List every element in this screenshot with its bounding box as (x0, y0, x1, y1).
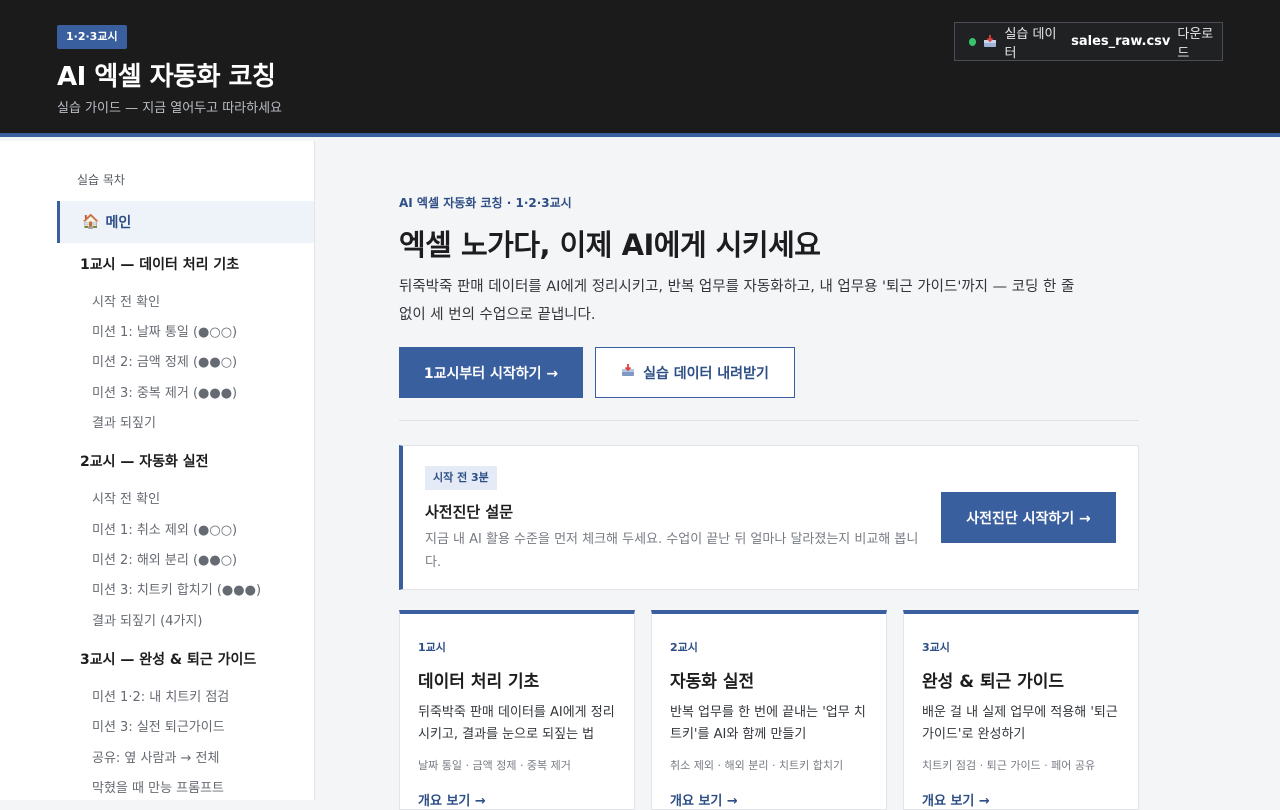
sidebar-item[interactable]: 미션 1: 취소 제외 (●○○) (92, 519, 237, 538)
card-tags: 날짜 통일 · 금액 정제 · 중복 제거 (418, 759, 571, 772)
download-prefix: 실습 데이터 (1004, 26, 1057, 61)
sidebar-group-2[interactable]: 2교시 — 자동화 실전 (80, 451, 209, 471)
card-title: 완성 & 퇴근 가이드 (922, 672, 1065, 692)
divider (399, 420, 1139, 421)
card-kicker: 3교시 (922, 641, 950, 654)
card-tags: 취소 제외 · 해외 분리 · 치트키 합치기 (670, 759, 844, 772)
survey-title: 사전진단 설문 (425, 503, 514, 521)
card-kicker: 1교시 (418, 641, 446, 654)
sidebar-item[interactable]: 미션 1: 날짜 통일 (●○○) (92, 321, 237, 340)
card-description: 반복 업무를 한 번에 끝내는 '업무 치트키'를 AI와 함께 만들기 (670, 705, 866, 742)
sidebar-home-label: 메인 (105, 215, 132, 231)
download-data-button[interactable]: 실습 데이터 sales_raw.csv 다운로드 (954, 22, 1223, 61)
sidebar-item[interactable]: 공유: 옆 사람과 → 전체 (92, 747, 219, 766)
top-header: 1·2·3교시 AI 엑셀 자동화 코칭 실습 가이드 — 지금 열어두고 따라… (0, 0, 1280, 137)
sidebar-item[interactable]: 미션 3: 치트키 합치기 (●●●) (92, 579, 261, 598)
lesson-card-3[interactable]: 3교시 완성 & 퇴근 가이드 배운 걸 내 실제 업무에 적용해 '퇴근 가이… (903, 610, 1139, 810)
inbox-tray-icon (983, 35, 997, 48)
sidebar-item[interactable]: 미션 3: 중복 제거 (●●●) (92, 382, 237, 401)
sidebar-group-3[interactable]: 3교시 — 완성 & 퇴근 가이드 (80, 649, 256, 669)
download-filename: sales_raw.csv (1071, 34, 1171, 49)
lesson-card-2[interactable]: 2교시 자동화 실전 반복 업무를 한 번에 끝내는 '업무 치트키'를 AI와… (651, 610, 887, 810)
survey-card: 시작 전 3분 사전진단 설문 지금 내 AI 활용 수준을 먼저 체크해 두세… (399, 445, 1139, 590)
sidebar-item[interactable]: 막혔을 때 만능 프롬프트 (92, 777, 224, 796)
sidebar-item[interactable]: 결과 되짚기 (92, 412, 156, 431)
sidebar-item[interactable]: 시작 전 확인 (92, 488, 160, 507)
app-title: AI 엑셀 자동화 코칭 (57, 62, 276, 92)
toc-title: 실습 목차 (77, 173, 125, 187)
survey-description: 지금 내 AI 활용 수준을 먼저 체크해 두세요. 수업이 끝난 뒤 얼마나 … (425, 532, 919, 570)
sidebar-group-1[interactable]: 1교시 — 데이터 처리 기초 (80, 254, 239, 274)
hero-eyebrow: AI 엑셀 자동화 코칭 · 1·2·3교시 (399, 196, 572, 210)
start-survey-button[interactable]: 사전진단 시작하기 → (941, 492, 1116, 543)
sidebar-item[interactable]: 미션 3: 실전 퇴근가이드 (92, 716, 225, 735)
house-icon: 🏠 (82, 214, 100, 230)
download-data-outline-button[interactable]: 실습 데이터 내려받기 (595, 347, 795, 398)
download-suffix: 다운로드 (1177, 26, 1214, 61)
card-title: 자동화 실전 (670, 672, 755, 692)
card-title: 데이터 처리 기초 (418, 672, 540, 692)
sidebar-item[interactable]: 미션 2: 해외 분리 (●●○) (92, 549, 237, 568)
sidebar: 실습 목차 🏠 메인 1교시 — 데이터 처리 기초 시작 전 확인 미션 1:… (0, 141, 315, 800)
lesson-card-1[interactable]: 1교시 데이터 처리 기초 뒤죽박죽 판매 데이터를 AI에게 정리시키고, 결… (399, 610, 635, 810)
card-description: 뒤죽박죽 판매 데이터를 AI에게 정리시키고, 결과를 눈으로 되짚는 법 (418, 705, 615, 742)
sidebar-item[interactable]: 결과 되짚기 (4가지) (92, 610, 202, 629)
sidebar-item[interactable]: 미션 2: 금액 정제 (●●○) (92, 351, 237, 370)
session-badge: 1·2·3교시 (57, 25, 127, 49)
card-kicker: 2교시 (670, 641, 698, 654)
start-lesson-1-button[interactable]: 1교시부터 시작하기 → (399, 347, 583, 398)
sidebar-item-home[interactable]: 🏠 메인 (57, 201, 314, 243)
download-outline-label: 실습 데이터 내려받기 (643, 365, 769, 382)
card-description: 배운 걸 내 실제 업무에 적용해 '퇴근 가이드'로 완성하기 (922, 705, 1118, 742)
status-dot-icon (969, 37, 977, 46)
hero-description: 뒤죽박죽 판매 데이터를 AI에게 정리시키고, 반복 업무를 자동화하고, 내… (399, 279, 1075, 323)
card-tags: 치트키 점검 · 퇴근 가이드 · 페어 공유 (922, 759, 1096, 772)
inbox-tray-icon (621, 364, 635, 381)
app-subtitle: 실습 가이드 — 지금 열어두고 따라하세요 (57, 101, 283, 116)
sidebar-item[interactable]: 시작 전 확인 (92, 291, 160, 310)
hero-title: 엑셀 노가다, 이제 AI에게 시키세요 (399, 228, 821, 262)
survey-tag: 시작 전 3분 (425, 466, 497, 490)
sidebar-item[interactable]: 미션 1·2: 내 치트키 점검 (92, 686, 229, 705)
